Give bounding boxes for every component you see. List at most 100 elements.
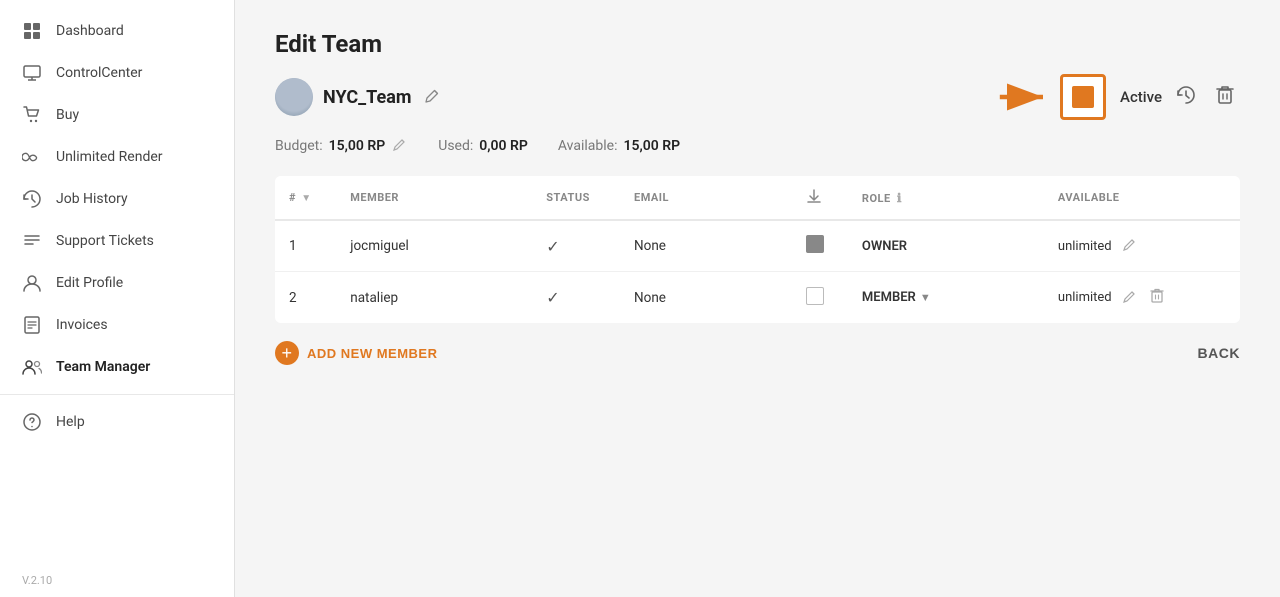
sidebar-item-help[interactable]: Help [0,401,234,443]
members-table: # ▼ MEMBER STATUS EMAIL ROLE ℹ AVAILABLE [275,176,1240,323]
active-toggle-button[interactable] [1060,74,1106,120]
sidebar: Dashboard ControlCenter Buy [0,0,235,597]
sidebar-item-label-buy: Buy [56,107,79,123]
main-content: Edit Team NYC_Team [235,0,1280,597]
table-row: 2 nataliep ✓ None MEMBER ▼ unli [275,272,1240,324]
sidebar-divider [0,394,234,395]
row1-dl [792,220,848,272]
used-value: 0,00 RP [479,138,528,154]
table-body: 1 jocmiguel ✓ None OWNER unlimited [275,220,1240,323]
available-label: Available: [558,138,618,154]
team-name-label: NYC_Team [323,87,411,108]
sidebar-item-unlimited-render[interactable]: Unlimited Render [0,136,234,178]
budget-row: Budget: 15,00 RP Used: 0,00 RP Available… [275,138,1240,154]
col-header-email: EMAIL [620,176,792,220]
row2-dl [792,272,848,324]
active-toggle-inner [1072,86,1094,108]
monitor-icon [22,63,42,83]
profile-icon [22,273,42,293]
sidebar-version: V.2.10 [0,570,234,597]
row1-status: ✓ [532,220,620,272]
table-footer: + ADD NEW MEMBER BACK [275,341,1240,365]
add-member-label: ADD NEW MEMBER [307,346,438,361]
row1-email: None [620,220,792,272]
dashboard-icon [22,21,42,41]
sidebar-item-label-invoices: Invoices [56,317,108,333]
invoices-icon [22,315,42,335]
row1-num: 1 [275,220,336,272]
sidebar-item-label-controlcenter: ControlCenter [56,65,142,81]
dl-filled-icon [806,235,824,253]
sidebar-item-label-team-manager: Team Manager [56,359,150,375]
sidebar-item-support-tickets[interactable]: Support Tickets [0,220,234,262]
row1-member: jocmiguel [336,220,532,272]
table-header-row: # ▼ MEMBER STATUS EMAIL ROLE ℹ AVAILABLE [275,176,1240,220]
sidebar-item-buy[interactable]: Buy [0,94,234,136]
available-item: Available: 15,00 RP [558,138,680,154]
sidebar-item-edit-profile[interactable]: Edit Profile [0,262,234,304]
row1-available: unlimited [1044,220,1240,272]
infinite-icon [22,147,42,167]
row2-delete-button[interactable] [1147,286,1167,309]
team-avatar [275,78,313,116]
row2-email: None [620,272,792,324]
history-icon [22,189,42,209]
edit-budget-button[interactable] [391,138,408,154]
col-header-available: AVAILABLE [1044,176,1240,220]
add-circle-icon: + [275,341,299,365]
delete-team-button[interactable] [1210,81,1240,114]
active-label: Active [1120,88,1162,106]
used-label: Used: [438,138,473,154]
row1-role: OWNER [848,220,1044,272]
cart-icon [22,105,42,125]
status-check-icon: ✓ [546,288,559,307]
sort-arrow: ▼ [301,193,311,204]
col-header-num: # ▼ [275,176,336,220]
col-header-member: MEMBER [336,176,532,220]
row2-edit-button[interactable] [1120,288,1139,308]
help-icon [22,412,42,432]
team-name-row: NYC_Team [275,78,443,116]
history-button[interactable] [1170,81,1202,114]
table-row: 1 jocmiguel ✓ None OWNER unlimited [275,220,1240,272]
row2-member: nataliep [336,272,532,324]
team-icon [22,357,42,377]
budget-value: 15,00 RP [329,138,386,154]
sidebar-item-label-job-history: Job History [56,191,128,207]
sidebar-item-team-manager[interactable]: Team Manager [0,346,234,388]
sidebar-item-label-help: Help [56,414,85,430]
back-button[interactable]: BACK [1198,345,1240,361]
sidebar-item-label-edit-profile: Edit Profile [56,275,123,291]
available-value: 15,00 RP [623,138,680,154]
col-header-role: ROLE ℹ [848,176,1044,220]
row2-role: MEMBER ▼ [848,272,1044,324]
role-info-icon: ℹ [897,191,902,205]
sidebar-item-job-history[interactable]: Job History [0,178,234,220]
row1-edit-button[interactable] [1120,236,1139,256]
edit-team-name-button[interactable] [421,87,443,108]
team-controls: Active [998,74,1240,120]
page-title: Edit Team [275,30,1240,58]
status-check-icon: ✓ [546,237,559,256]
sidebar-item-invoices[interactable]: Invoices [0,304,234,346]
row2-status: ✓ [532,272,620,324]
sidebar-item-controlcenter[interactable]: ControlCenter [0,52,234,94]
sidebar-item-label-dashboard: Dashboard [56,23,124,39]
sidebar-item-label-support-tickets: Support Tickets [56,233,154,249]
budget-item: Budget: 15,00 RP [275,138,408,154]
budget-label: Budget: [275,138,323,154]
arrow-annotation [998,77,1052,117]
sidebar-item-label-unlimited-render: Unlimited Render [56,149,163,165]
sidebar-nav: Dashboard ControlCenter Buy [0,0,234,570]
team-header: NYC_Team [275,74,1240,120]
add-new-member-button[interactable]: + ADD NEW MEMBER [275,341,438,365]
role-dropdown-arrow: ▼ [920,291,931,304]
row2-num: 2 [275,272,336,324]
used-item: Used: 0,00 RP [438,138,528,154]
tickets-icon [22,231,42,251]
col-header-dl [792,176,848,220]
dl-empty-icon [806,287,824,305]
sidebar-item-dashboard[interactable]: Dashboard [0,10,234,52]
row2-available: unlimited [1044,272,1240,324]
col-header-status: STATUS [532,176,620,220]
